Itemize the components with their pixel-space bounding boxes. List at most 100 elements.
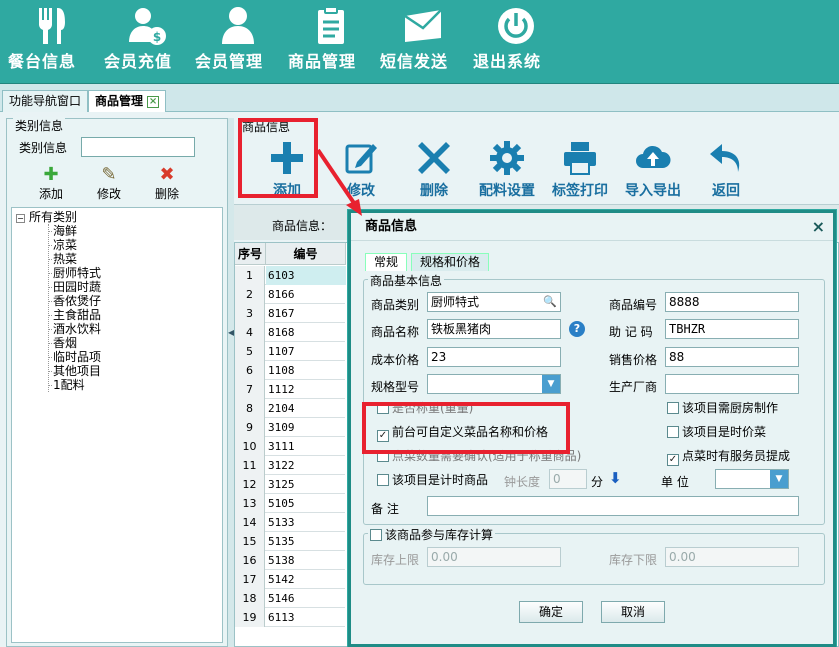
toolbar-sms-button[interactable]: 短信发送: [380, 4, 466, 78]
check-icon: ✓: [667, 454, 679, 466]
commission-checkbox[interactable]: ✓ 点菜时有服务员提成: [667, 449, 790, 466]
row-index: 16: [235, 551, 265, 570]
stock-checkbox[interactable]: 该商品参与库存计算: [368, 526, 496, 543]
toolbar-product-management-button[interactable]: 商品管理: [288, 4, 374, 78]
table-row[interactable]: 14 5133: [235, 513, 345, 532]
table-row[interactable]: 13 5105: [235, 494, 345, 513]
row-index: 10: [235, 437, 265, 456]
tree-item[interactable]: 1配料: [48, 378, 218, 392]
timed-item-checkbox[interactable]: 该项目是计时商品: [377, 473, 488, 487]
tree-item[interactable]: 凉菜: [48, 238, 218, 252]
unit-select[interactable]: ▼: [715, 469, 789, 489]
category-delete-button[interactable]: ✖ 删除: [147, 165, 187, 202]
row-index: 12: [235, 475, 265, 494]
checkbox-label: 该项目需厨房制作: [682, 401, 779, 415]
checkbox-box: [667, 402, 679, 414]
button-label: 修改: [96, 187, 121, 201]
close-icon[interactable]: ×: [812, 217, 825, 236]
table-row[interactable]: 2 8166: [235, 285, 345, 304]
toolbar-exit-button[interactable]: 退出系统: [473, 4, 559, 78]
tree-item[interactable]: 海鲜: [48, 224, 218, 238]
remark-field[interactable]: [427, 496, 799, 516]
arrow-down-icon[interactable]: ⬇: [609, 469, 622, 487]
table-row[interactable]: 9 3109: [235, 418, 345, 437]
toolbar-member-recharge-button[interactable]: $ 会员充值: [104, 4, 190, 78]
table-row[interactable]: 17 5142: [235, 570, 345, 589]
tab-spec-price[interactable]: 规格和价格: [411, 253, 490, 271]
maker-field[interactable]: [665, 374, 799, 394]
kitchen-checkbox[interactable]: 该项目需厨房制作: [667, 401, 778, 415]
product-import-export-button[interactable]: 导入导出: [618, 140, 688, 200]
table-row[interactable]: 5 1107: [235, 342, 345, 361]
category-search-label: 类别信息: [19, 141, 68, 155]
tree-item[interactable]: 其他项目: [48, 364, 218, 378]
duration-field[interactable]: 0: [549, 469, 587, 489]
tree-item[interactable]: 田园时蔬: [48, 280, 218, 294]
ok-button[interactable]: 确定: [519, 601, 583, 623]
highlight-custom-checkbox: [362, 402, 570, 454]
table-row[interactable]: 8 2104: [235, 399, 345, 418]
category-tree: − 所有类别 海鲜 凉菜 热菜 厨师特式 田园时蔬 香侬煲仔 主食甜品 酒水饮料 …: [11, 207, 223, 643]
table-row[interactable]: 19 6113: [235, 608, 345, 627]
product-delete-button[interactable]: 删除: [399, 140, 469, 200]
table-row[interactable]: 16 5138: [235, 551, 345, 570]
stock-upper-field[interactable]: 0.00: [427, 547, 561, 567]
category-add-button[interactable]: ✚ 添加: [31, 165, 71, 202]
toolbar-dining-table-button[interactable]: 餐台信息: [8, 4, 94, 78]
product-edit-button[interactable]: 修改: [326, 140, 396, 200]
table-row[interactable]: 3 8167: [235, 304, 345, 323]
category-panel: 类别信息 类别信息 ✚ 添加 ✎ 修改 ✖ 删除 − 所有类别 海鲜 凉菜 热菜 …: [6, 117, 228, 647]
tree-item[interactable]: 酒水饮料: [48, 322, 218, 336]
cancel-button[interactable]: 取消: [601, 601, 665, 623]
category-field[interactable]: 厨师特式 🔍: [427, 292, 561, 312]
name-field[interactable]: 铁板黑猪肉: [427, 319, 561, 339]
table-row[interactable]: 12 3125: [235, 475, 345, 494]
category-search-input[interactable]: [81, 137, 195, 157]
tree-item[interactable]: 香烟: [48, 336, 218, 350]
row-index: 13: [235, 494, 265, 513]
category-edit-button[interactable]: ✎ 修改: [89, 165, 129, 202]
cost-field[interactable]: 23: [427, 347, 561, 367]
help-icon[interactable]: ?: [569, 321, 585, 337]
stock-lower-field[interactable]: 0.00: [665, 547, 799, 567]
toolbar-member-management-button[interactable]: 会员管理: [195, 4, 281, 78]
time-price-checkbox[interactable]: 该项目是时价菜: [667, 425, 766, 439]
grid-header-code[interactable]: 编号: [266, 243, 346, 265]
close-icon[interactable]: ×: [147, 95, 160, 108]
tree-item[interactable]: 厨师特式: [48, 266, 218, 280]
tree-item[interactable]: 主食甜品: [48, 308, 218, 322]
tab-product-management[interactable]: 商品管理 ×: [88, 90, 167, 112]
tree-root[interactable]: − 所有类别: [16, 210, 218, 224]
spec-select[interactable]: ▼: [427, 374, 561, 394]
table-row[interactable]: 7 1112: [235, 380, 345, 399]
row-index: 15: [235, 532, 265, 551]
tree-item[interactable]: 临时品项: [48, 350, 218, 364]
table-row[interactable]: 18 5146: [235, 589, 345, 608]
collapse-icon[interactable]: −: [16, 214, 25, 223]
table-row[interactable]: 10 3111: [235, 437, 345, 456]
tree-root-label: 所有类别: [29, 210, 78, 224]
product-ingredient-settings-button[interactable]: 配料设置: [472, 140, 542, 200]
price-field[interactable]: 88: [665, 347, 799, 367]
search-icon[interactable]: 🔍: [543, 293, 557, 311]
tab-general[interactable]: 常规: [365, 253, 408, 271]
product-back-button[interactable]: 返回: [691, 140, 761, 200]
table-row[interactable]: 15 5135: [235, 532, 345, 551]
table-row[interactable]: 11 3122: [235, 456, 345, 475]
table-row[interactable]: 1 6103: [235, 266, 346, 285]
table-row[interactable]: 6 1108: [235, 361, 345, 380]
grid-header-index[interactable]: 序号: [235, 243, 266, 265]
tab-navigation-window[interactable]: 功能导航窗口: [2, 90, 89, 112]
product-label-print-button[interactable]: 标签打印: [545, 140, 615, 200]
tree-item[interactable]: 热菜: [48, 252, 218, 266]
delete-icon: ✖: [159, 164, 175, 185]
tree-children: 海鲜 凉菜 热菜 厨师特式 田园时蔬 香侬煲仔 主食甜品 酒水饮料 香烟 临时品…: [48, 224, 218, 392]
back-icon: [691, 140, 761, 180]
code-field[interactable]: 8888: [665, 292, 799, 312]
tree-item[interactable]: 香侬煲仔: [48, 294, 218, 308]
toolbar-label: 退出系统: [473, 52, 542, 71]
chevron-down-icon[interactable]: ▼: [542, 375, 560, 393]
table-row[interactable]: 4 8168: [235, 323, 345, 342]
mnemonic-field[interactable]: TBHZR: [665, 319, 799, 339]
chevron-down-icon[interactable]: ▼: [770, 470, 788, 488]
